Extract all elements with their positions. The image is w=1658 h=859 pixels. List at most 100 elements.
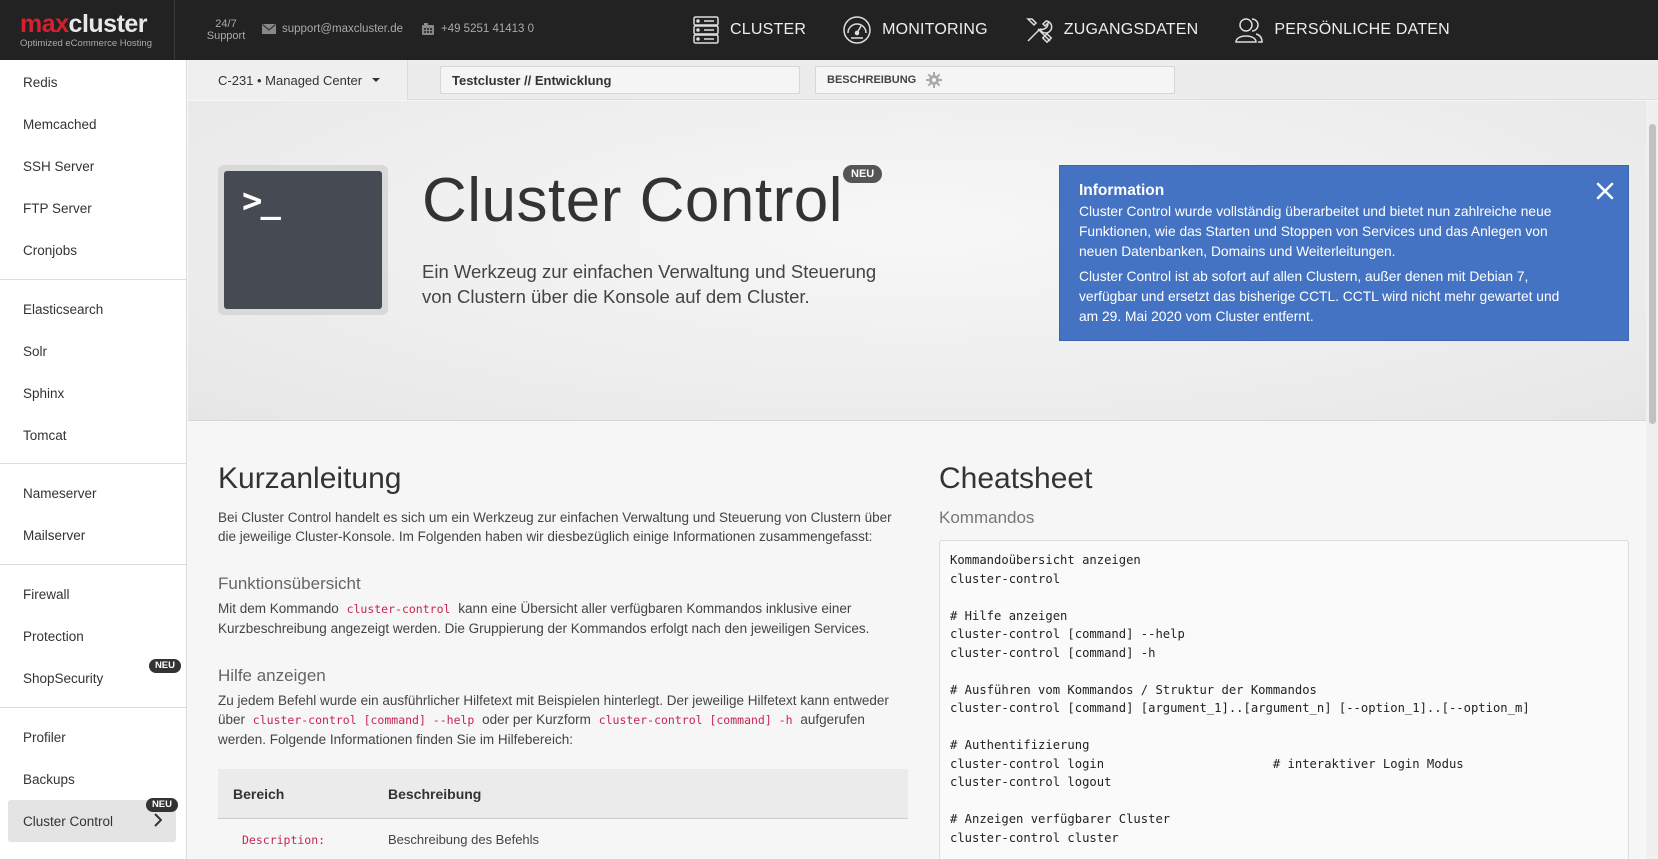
close-icon[interactable] (1596, 182, 1614, 200)
page-subtitle: Ein Werkzeug zur einfachen Verwaltung un… (422, 261, 877, 307)
nav-cluster-label: CLUSTER (730, 21, 807, 38)
chevron-right-icon (154, 813, 162, 827)
inline-code: cluster-control [command] --help (252, 713, 475, 727)
logo-cluster-text: cluster (68, 10, 148, 38)
topbar-divider (174, 0, 175, 60)
cheatsheet-code-block[interactable]: Kommandoübersicht anzeigen cluster-contr… (939, 540, 1629, 859)
gear-icon[interactable] (926, 72, 943, 88)
tools-icon (1025, 18, 1053, 44)
sidebar-item-memcached[interactable]: Memcached (0, 103, 187, 145)
table-row: Description: Beschreibung des Befehls (218, 819, 908, 859)
cluster-description-field[interactable]: BESCHREIBUNG (815, 66, 1175, 94)
sidebar-item-elasticsearch[interactable]: Elasticsearch (0, 288, 187, 330)
sidebar-item-redis[interactable]: Redis (0, 61, 187, 103)
sidebar-item-label: Profiler (23, 729, 66, 745)
speedometer-icon (843, 16, 871, 44)
nav-persoenliche-daten[interactable]: PERSÖNLICHE DATEN (1234, 12, 1450, 48)
alert-title: Information (1079, 182, 1165, 199)
contact-info: support@maxcluster.de +49 5251 41413 0 (262, 22, 534, 36)
section-title: Kurzanleitung (218, 462, 402, 495)
support-email-link[interactable]: support@maxcluster.de (282, 23, 403, 35)
cluster-name-field[interactable]: Testcluster // Entwicklung (440, 66, 800, 94)
sidebar-item-firewall[interactable]: Firewall (0, 573, 187, 615)
new-badge: NEU (148, 659, 181, 673)
hero-section: >_ Cluster Control NEU Ein Werkzeug zur … (188, 101, 1646, 421)
terminal-icon: >_ (218, 165, 388, 315)
nav-zugangsdaten[interactable]: ZUGANGSDATEN (1024, 12, 1199, 48)
sidebar-item-label: Protection (23, 628, 84, 644)
top-bar: maxcluster Optimized eCommerce Hosting 2… (0, 0, 1658, 60)
terminal-prompt-glyph: >_ (242, 181, 281, 221)
logo-max-text: max (20, 10, 69, 38)
sidebar-item-label: Cluster Control (23, 813, 114, 829)
support-hours: 24/7 Support (200, 18, 252, 42)
sidebar-divider (0, 564, 187, 565)
sidebar-item-label: Backups (23, 771, 75, 787)
sidebar-item-label: Tomcat (23, 427, 67, 443)
sidebar-item-backups[interactable]: Backups (0, 758, 187, 800)
information-alert: Information Cluster Control wurde vollst… (1059, 165, 1629, 341)
phone-icon (421, 23, 434, 35)
sidebar-item-label: Cronjobs (23, 242, 78, 258)
logo-tagline: Optimized eCommerce Hosting (20, 38, 152, 49)
support-phone-link[interactable]: +49 5251 41413 0 (441, 23, 534, 35)
sidebar-item-label: SSH Server (23, 158, 95, 174)
sidebar-item-solr[interactable]: Solr (0, 330, 187, 372)
sidebar-item-sphinx[interactable]: Sphinx (0, 372, 187, 414)
cluster-subheader: C-231 • Managed Center Testcluster // En… (188, 60, 1658, 100)
section-title: Cheatsheet (939, 462, 1093, 495)
sidebar-item-label: Redis (23, 74, 58, 90)
nav-persoenliche-daten-label: PERSÖNLICHE DATEN (1274, 21, 1450, 38)
sidebar-item-profiler[interactable]: Profiler (0, 716, 187, 758)
table-header-description: Beschreibung (388, 785, 482, 802)
sidebar-item-label: ShopSecurity (23, 670, 104, 686)
caret-down-icon (372, 78, 381, 82)
help-text: Zu jedem Befehl wurde ein ausführlicher … (218, 691, 908, 749)
nav-zugangsdaten-label: ZUGANGSDATEN (1063, 21, 1199, 38)
cluster-selector-dropdown[interactable]: C-231 • Managed Center (188, 60, 408, 100)
sidebar: Redis Memcached SSH Server FTP Server Cr… (0, 60, 187, 859)
sidebar-item-mailserver[interactable]: Mailserver (0, 514, 187, 556)
nav-cluster[interactable]: CLUSTER (692, 12, 806, 48)
users-icon (1235, 18, 1264, 43)
description-label: BESCHREIBUNG (827, 74, 917, 86)
function-overview-text: Mit dem Kommando cluster-control kann ei… (218, 599, 908, 638)
kurzanleitung-section: Kurzanleitung Bei Cluster Control handel… (218, 462, 908, 859)
sidebar-divider (0, 463, 187, 464)
sidebar-item-nameserver[interactable]: Nameserver (0, 472, 187, 514)
sidebar-item-cluster-control[interactable]: Cluster Control NEU (8, 798, 178, 842)
nav-monitoring[interactable]: MONITORING (842, 12, 988, 48)
sidebar-item-label: Solr (23, 343, 48, 359)
sidebar-item-shopsecurity[interactable]: ShopSecurity NEU (0, 657, 187, 699)
section-intro: Bei Cluster Control handelt es sich um e… (218, 510, 892, 544)
maxcluster-logo[interactable]: maxcluster Optimized eCommerce Hosting (20, 10, 170, 49)
help-table: Bereich Beschreibung Description: Beschr… (218, 769, 908, 859)
support-line-1: 24/7 (215, 18, 237, 30)
inline-code: cluster-control [command] -h (598, 713, 793, 727)
text-fragment: Mit dem Kommando (218, 601, 339, 616)
sidebar-item-ftp-server[interactable]: FTP Server (0, 187, 187, 229)
new-badge: NEU (843, 165, 883, 183)
sidebar-divider (0, 279, 187, 280)
sidebar-item-label: Firewall (23, 586, 70, 602)
subsection-title: Funktionsübersicht (218, 574, 361, 593)
sidebar-item-tomcat[interactable]: Tomcat (0, 414, 187, 456)
server-icon (693, 16, 719, 44)
subsection-title: Kommandos (939, 508, 1035, 527)
sidebar-item-ssh-server[interactable]: SSH Server (0, 145, 187, 187)
main-navigation: CLUSTER MONITORING ZUGANGSDATEN PERSÖNLI… (692, 12, 1450, 48)
mail-icon (262, 24, 276, 34)
alert-text: Cluster Control ist ab sofort auf allen … (1079, 269, 1560, 324)
table-cell-description: Beschreibung des Befehls (388, 831, 540, 847)
sidebar-item-cronjobs[interactable]: Cronjobs (0, 229, 187, 271)
text-fragment: oder per Kurzform (482, 712, 591, 727)
scrollbar-thumb[interactable] (1649, 124, 1656, 424)
subsection-title: Hilfe anzeigen (218, 666, 326, 685)
sidebar-item-protection[interactable]: Protection (0, 615, 187, 657)
alert-text: Cluster Control wurde vollständig überar… (1079, 204, 1552, 259)
cluster-selector-label: C-231 • Managed Center (218, 72, 363, 88)
cluster-name-value: Testcluster // Entwicklung (452, 72, 612, 88)
table-header: Bereich Beschreibung (218, 769, 908, 819)
support-line-2: Support (206, 30, 246, 42)
sidebar-item-label: Elasticsearch (23, 301, 104, 317)
